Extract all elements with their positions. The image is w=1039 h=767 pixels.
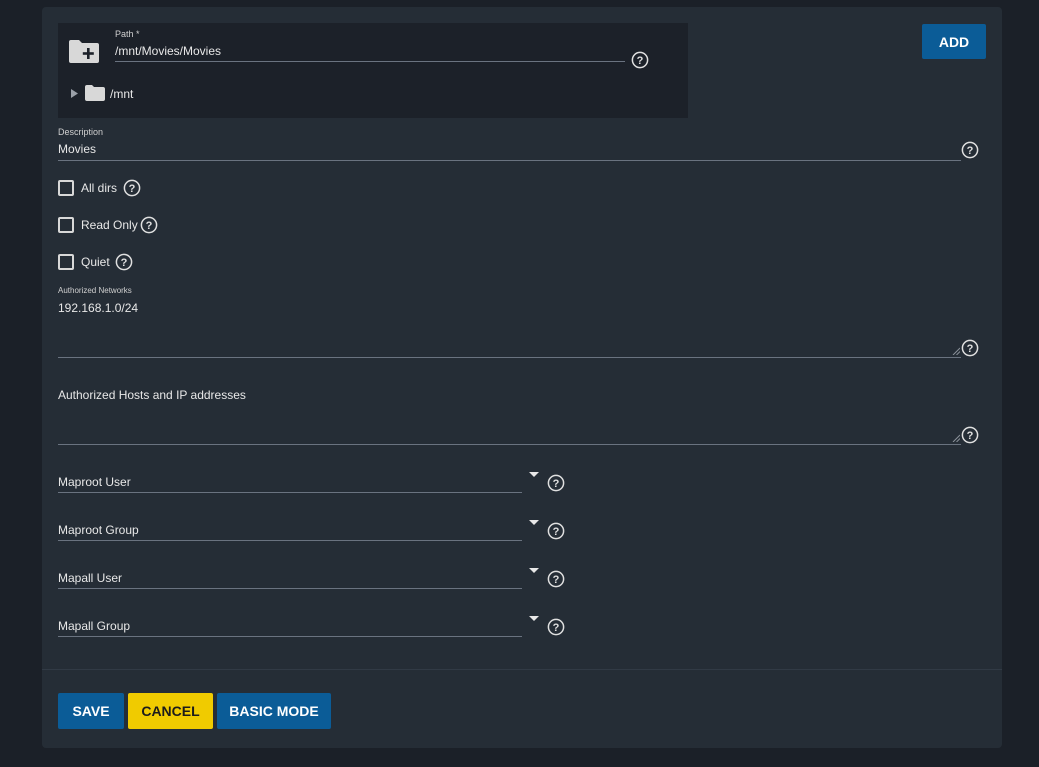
path-label: Path * <box>115 29 140 39</box>
quiet-help-icon[interactable]: ? <box>115 253 133 271</box>
maproot-group-help-icon[interactable]: ? <box>547 522 565 540</box>
mapall-group-select[interactable]: Mapall Group <box>58 619 130 633</box>
path-input-underline <box>115 61 625 62</box>
tree-expand-icon[interactable] <box>70 89 79 98</box>
description-help-icon[interactable]: ? <box>961 141 979 159</box>
read-only-help-icon[interactable]: ? <box>140 216 158 234</box>
quiet-checkbox[interactable] <box>58 254 74 270</box>
authorized-networks-help-icon[interactable]: ? <box>961 339 979 357</box>
folder-icon <box>85 85 105 101</box>
maproot-user-select[interactable]: Maproot User <box>58 475 131 489</box>
authorized-networks-underline <box>58 357 961 358</box>
authorized-networks-textarea[interactable]: 192.168.1.0/24 <box>58 301 138 315</box>
nfs-share-form: Path * /mnt/Movies/Movies ? /mnt ADD Des… <box>42 7 1002 748</box>
description-underline <box>58 160 961 161</box>
mapall-group-underline <box>58 636 522 637</box>
authorized-hosts-textarea[interactable]: Authorized Hosts and IP addresses <box>58 388 246 402</box>
path-help-icon[interactable]: ? <box>631 51 649 69</box>
svg-text:?: ? <box>121 257 128 269</box>
maproot-user-underline <box>58 492 522 493</box>
chevron-down-icon[interactable] <box>529 520 539 525</box>
svg-text:?: ? <box>967 343 974 355</box>
basic-mode-button[interactable]: BASIC MODE <box>217 693 331 729</box>
read-only-checkbox[interactable] <box>58 217 74 233</box>
svg-text:?: ? <box>967 145 974 157</box>
tree-node-mnt[interactable]: /mnt <box>110 87 133 101</box>
svg-text:?: ? <box>553 574 560 586</box>
all-dirs-checkbox[interactable] <box>58 180 74 196</box>
resize-handle-icon[interactable] <box>952 347 960 355</box>
resize-handle-icon[interactable] <box>952 434 960 442</box>
svg-text:?: ? <box>553 478 560 490</box>
description-input[interactable]: Movies <box>58 142 96 156</box>
mapall-user-underline <box>58 588 522 589</box>
maproot-user-help-icon[interactable]: ? <box>547 474 565 492</box>
svg-text:?: ? <box>967 430 974 442</box>
description-label: Description <box>58 127 104 137</box>
svg-text:?: ? <box>553 526 560 538</box>
cancel-button[interactable]: CANCEL <box>128 693 213 729</box>
authorized-hosts-underline <box>58 444 961 445</box>
svg-text:?: ? <box>129 183 136 195</box>
svg-text:?: ? <box>146 220 153 232</box>
all-dirs-label[interactable]: All dirs <box>81 181 117 195</box>
path-input[interactable]: /mnt/Movies/Movies <box>115 44 221 58</box>
save-button[interactable]: SAVE <box>58 693 124 729</box>
maproot-group-underline <box>58 540 522 541</box>
chevron-down-icon[interactable] <box>529 616 539 621</box>
mapall-user-select[interactable]: Mapall User <box>58 571 122 585</box>
chevron-down-icon[interactable] <box>529 472 539 477</box>
quiet-label[interactable]: Quiet <box>81 255 110 269</box>
read-only-label[interactable]: Read Only <box>81 218 138 232</box>
folder-add-icon[interactable] <box>68 38 100 64</box>
authorized-networks-label: Authorized Networks <box>58 286 132 295</box>
path-explorer: Path * /mnt/Movies/Movies ? /mnt <box>58 23 688 118</box>
all-dirs-help-icon[interactable]: ? <box>123 179 141 197</box>
chevron-down-icon[interactable] <box>529 568 539 573</box>
authorized-hosts-help-icon[interactable]: ? <box>961 426 979 444</box>
svg-text:?: ? <box>637 55 644 67</box>
add-button[interactable]: ADD <box>922 24 986 59</box>
actions-divider <box>42 669 1002 670</box>
mapall-group-help-icon[interactable]: ? <box>547 618 565 636</box>
maproot-group-select[interactable]: Maproot Group <box>58 523 139 537</box>
mapall-user-help-icon[interactable]: ? <box>547 570 565 588</box>
svg-text:?: ? <box>553 622 560 634</box>
